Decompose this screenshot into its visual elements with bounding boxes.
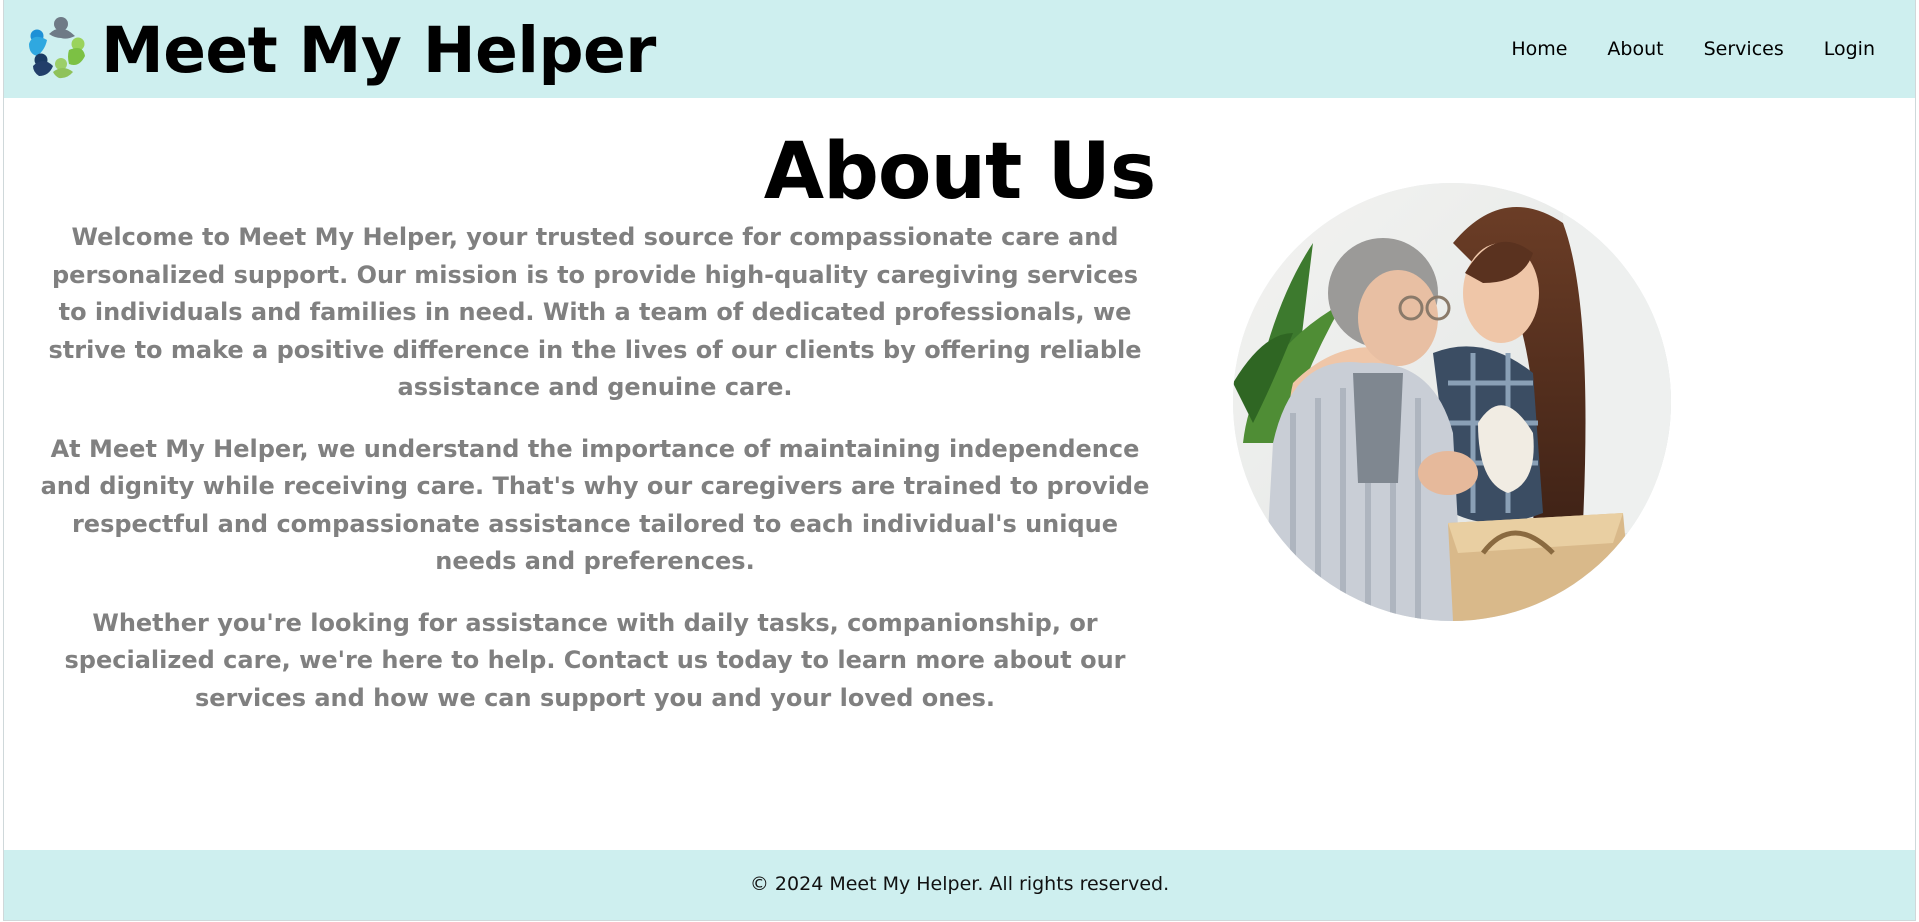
caregiver-with-elderly-woman-photo	[1233, 183, 1671, 621]
nav-link-login[interactable]: Login	[1824, 37, 1875, 61]
site-header: Meet My Helper Home About Services Login	[4, 0, 1915, 98]
about-paragraph-2: At Meet My Helper, we understand the imp…	[40, 434, 1150, 576]
site-footer: © 2024 Meet My Helper. All rights reserv…	[4, 850, 1915, 920]
page-frame: Meet My Helper Home About Services Login…	[3, 0, 1916, 921]
main-nav: Home About Services Login	[1471, 37, 1875, 61]
page-title: About Us	[763, 127, 1157, 217]
people-circle-logo-icon[interactable]	[23, 14, 89, 80]
nav-link-home[interactable]: Home	[1511, 37, 1567, 61]
site-title[interactable]: Meet My Helper	[101, 6, 656, 96]
nav-link-about[interactable]: About	[1607, 37, 1663, 61]
nav-link-services[interactable]: Services	[1704, 37, 1784, 61]
copyright-text: © 2024 Meet My Helper. All rights reserv…	[749, 873, 1170, 895]
photo-illustration	[1233, 183, 1671, 621]
about-text: Welcome to Meet My Helper, your trusted …	[40, 219, 1150, 741]
about-paragraph-1: Welcome to Meet My Helper, your trusted …	[48, 223, 1142, 401]
about-paragraph-3: Whether you're looking for assistance wi…	[64, 608, 1126, 712]
